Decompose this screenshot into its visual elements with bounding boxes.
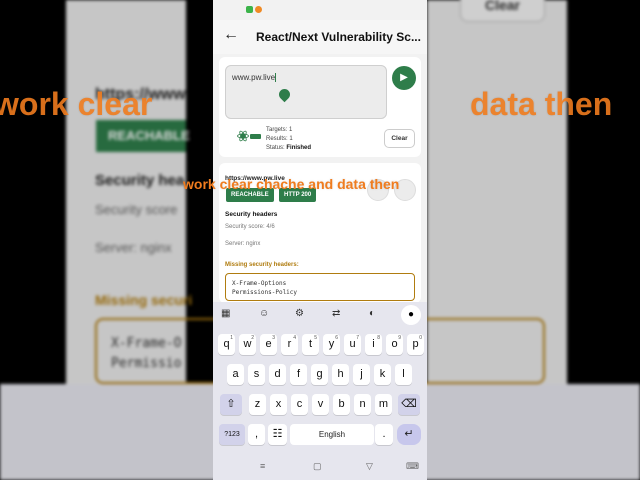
back-triangle-icon[interactable]: ▽ [366,461,373,472]
overlay-caption: work clear chache and data then [183,176,400,192]
key-u[interactable]: u7 [344,334,361,355]
key-z[interactable]: z [249,394,266,415]
key-m[interactable]: m [375,394,392,415]
notification-icon [255,6,262,13]
key-h[interactable]: h [332,364,349,385]
key-s[interactable]: s [248,364,265,385]
video-frame: Clear https://www REACHABLE Security hea… [0,0,640,480]
key-hint: 0 [419,335,422,341]
page-title: React/Next Vulnerability Sc... [256,30,421,44]
key-n[interactable]: n [354,394,371,415]
missing-headers-box: X-Frame-Options Permissions-Policy [225,273,415,301]
back-arrow-icon[interactable]: ← [223,26,239,44]
space-bar[interactable]: English [290,424,374,445]
server-info: Server: nginx [225,241,261,247]
play-icon: ▶ [400,72,408,83]
url-input[interactable]: www.pw.live [225,65,387,119]
missing-header-item: Permissions-Policy [232,289,298,296]
key-t[interactable]: t5 [302,334,319,355]
system-nav-bar: ≡ ▢ ▽ ⌨ [213,457,427,480]
bg-server: Server: nginx [95,240,172,255]
overlay-caption-bg-right: data then [470,86,613,122]
missing-headers-title: Missing security headers: [225,262,299,268]
key-i[interactable]: i8 [365,334,382,355]
key-g[interactable]: g [311,364,328,385]
scan-card: www.pw.live ▶ Targets: 1 Results: 1 Stat… [219,57,421,157]
bg-clear-button: Clear [460,0,545,22]
clear-button[interactable]: Clear [384,129,415,148]
shift-key[interactable]: ⇧ [220,394,242,415]
microphone-icon[interactable]: ● [401,305,421,325]
key-p[interactable]: p0 [407,334,424,355]
recent-apps-icon[interactable]: ≡ [260,461,265,471]
bg-missing-heading: Missing securi [95,292,193,308]
key-hint: 7 [356,335,359,341]
bg-security-score: Security score [95,202,178,217]
period-key[interactable]: . [375,424,393,445]
security-score: Security score: 4/6 [225,224,275,230]
backspace-key[interactable]: ⌫ [398,394,420,415]
phone-screen: ← React/Next Vulnerability Sc... www.pw.… [213,0,427,480]
key-k[interactable]: k [374,364,391,385]
keyboard-toolbar: ▦ ☺ ⚙ ⇄ ◐ ● [213,302,427,328]
key-f[interactable]: f [290,364,307,385]
enter-key[interactable]: ↵ [397,424,421,445]
key-hint: 2 [251,335,254,341]
notification-icon [246,6,253,13]
status-value: Finished [286,145,312,151]
key-d[interactable]: d [269,364,286,385]
key-j[interactable]: j [353,364,370,385]
key-e[interactable]: e3 [260,334,277,355]
palette-icon[interactable]: ◐ [369,308,375,319]
comma-key[interactable]: , [248,424,265,445]
key-r[interactable]: r4 [281,334,298,355]
url-input-value: www.pw.live [232,73,276,82]
key-o[interactable]: o9 [386,334,403,355]
globe-icon[interactable]: ☷ [268,424,287,445]
app-logo-icon [237,130,261,142]
status-label: Status: [266,145,285,151]
status-bar [213,0,427,20]
scan-stats: Targets: 1 Results: 1 Status: Finished [266,126,311,153]
key-hint: 3 [272,335,275,341]
bg-badge: REACHABLE [96,120,190,152]
security-headers-title: Security headers [225,211,278,218]
apps-grid-icon[interactable]: ▦ [221,308,230,319]
key-hint: 5 [314,335,317,341]
targets-count: Targets: 1 [266,127,293,133]
key-hint: 1 [230,335,233,341]
key-hint: 8 [377,335,380,341]
key-b[interactable]: b [333,394,350,415]
text-cursor [275,73,277,83]
bg-security-heading: Security hea [95,172,185,189]
key-hint: 6 [335,335,338,341]
key-y[interactable]: y6 [323,334,340,355]
sticker-icon[interactable]: ☺ [259,308,269,319]
results-count: Results: 1 [266,136,293,142]
on-screen-keyboard: ▦ ☺ ⚙ ⇄ ◐ ● q1w2e3r4t5y6u7i8o9p0 asdfghj… [213,302,427,457]
keyboard-icon[interactable]: ⌨ [406,461,419,472]
key-a[interactable]: a [227,364,244,385]
key-v[interactable]: v [312,394,329,415]
scan-status: Status: Finished [266,144,311,153]
key-c[interactable]: c [291,394,308,415]
home-icon[interactable]: ▢ [313,461,322,472]
settings-gear-icon[interactable]: ⚙ [295,308,304,319]
run-scan-button[interactable]: ▶ [392,66,416,90]
key-x[interactable]: x [270,394,287,415]
cursor-handle-icon[interactable] [276,86,293,103]
app-bar: ← React/Next Vulnerability Sc... [213,20,427,54]
symbols-key[interactable]: ?123 [219,424,245,445]
key-w[interactable]: w2 [239,334,256,355]
missing-header-item: X-Frame-Options [232,280,287,287]
key-hint: 4 [293,335,296,341]
overlay-caption-bg-left: work clear [0,86,153,122]
key-l[interactable]: l [395,364,412,385]
key-hint: 9 [398,335,401,341]
translate-icon[interactable]: ⇄ [332,308,340,319]
key-q[interactable]: q1 [218,334,235,355]
